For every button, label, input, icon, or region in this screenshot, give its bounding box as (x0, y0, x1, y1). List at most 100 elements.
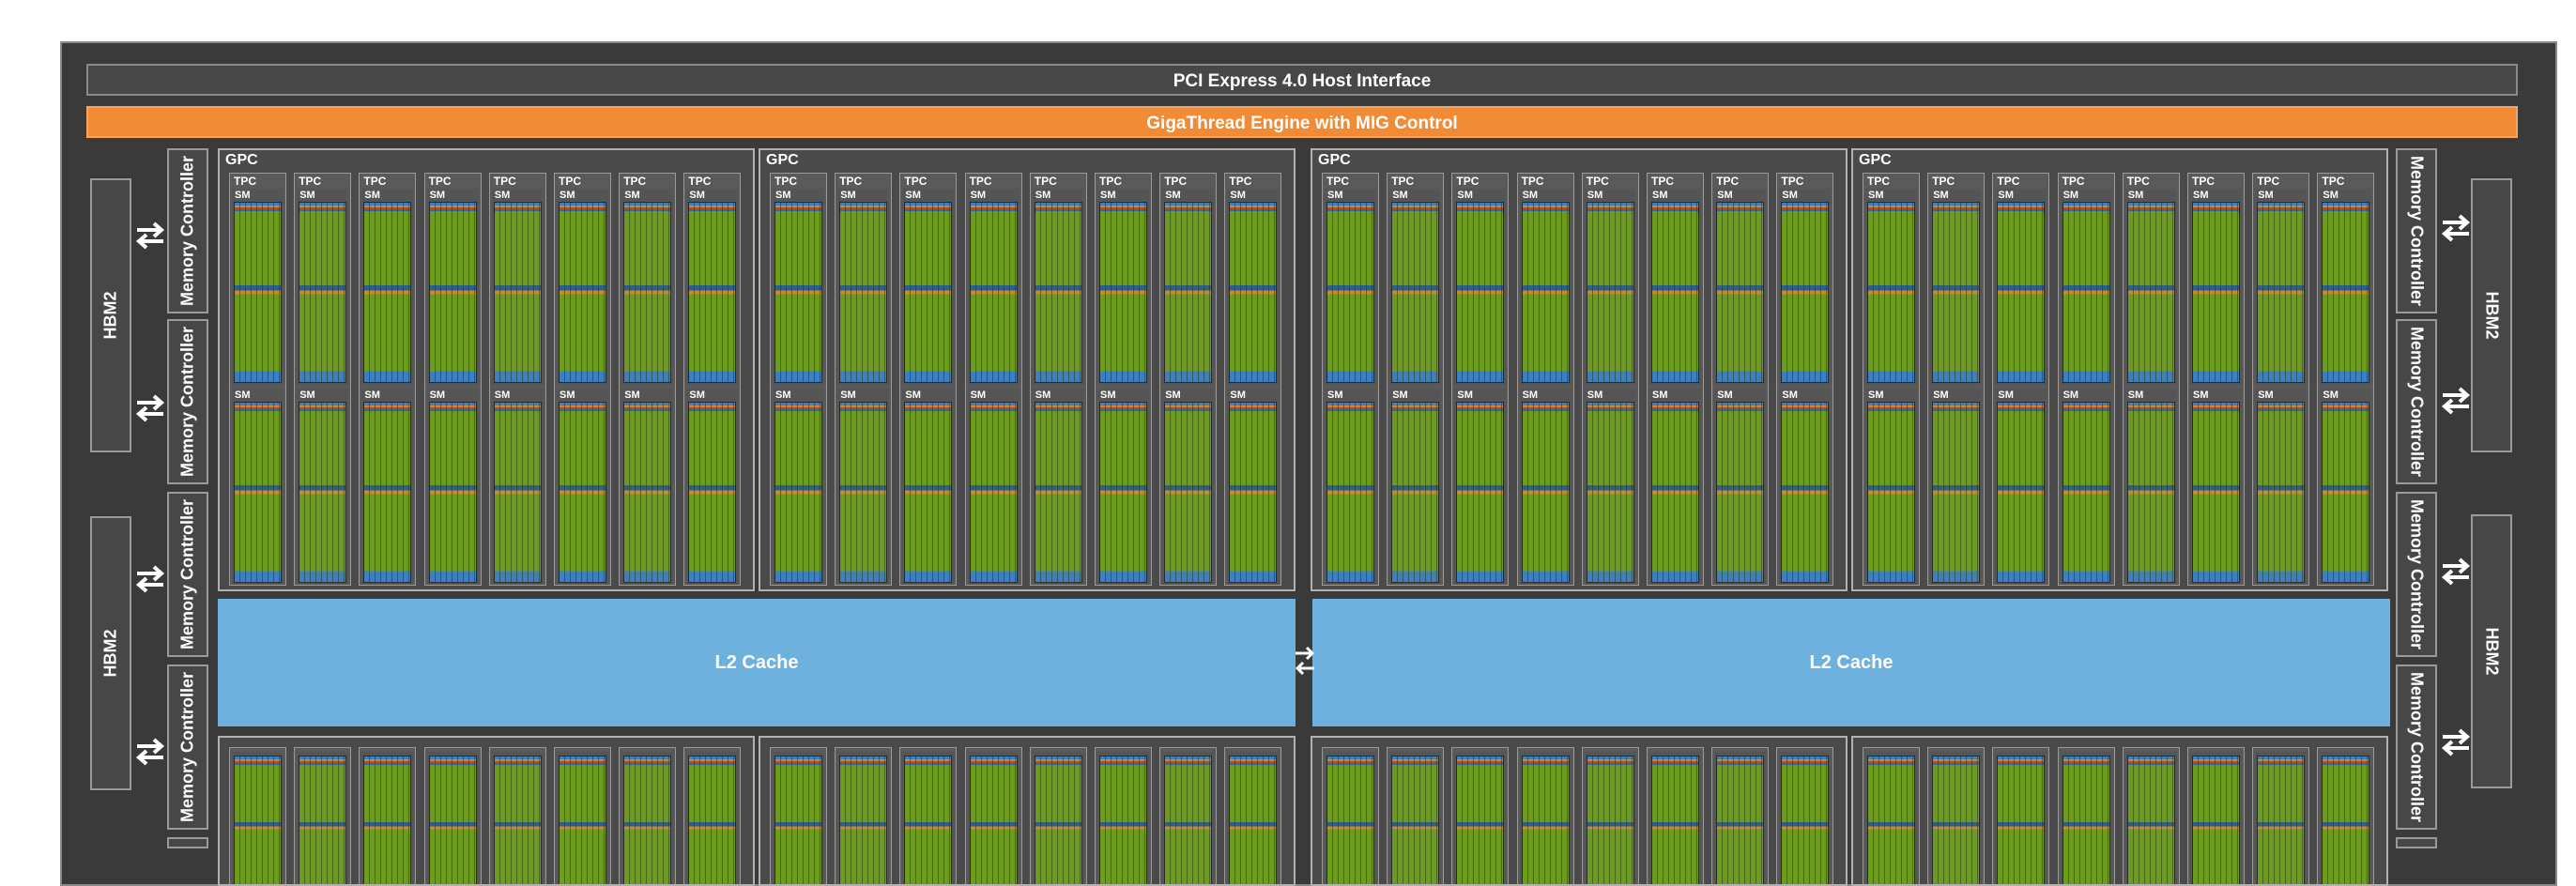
sm-label: SM (1933, 390, 1949, 401)
memory-controller-label: Memory Controller (2407, 155, 2427, 307)
gpc: GPC TPC SM SM TPC SM SM TPC SM SM TPC SM SM TPC SM SM TP… (1311, 148, 1848, 591)
sm-core-array (1164, 202, 1213, 383)
tpc: TPC SM SM (294, 173, 352, 586)
sm-core-array (1586, 402, 1634, 583)
sm-label: SM (905, 190, 921, 201)
double-arrow-icon (2441, 214, 2471, 242)
sm-core-array (428, 202, 477, 383)
l2-cache-left: L2 Cache (218, 599, 1296, 726)
sm-core-array (1867, 202, 1915, 383)
sm: SM (1519, 389, 1572, 585)
tpc (2122, 747, 2180, 884)
sm-core-array (234, 756, 282, 884)
tpc: TPC SM SM (2122, 173, 2180, 586)
double-arrow-icon (2441, 558, 2471, 586)
sm-core-array (1034, 202, 1082, 383)
sm: SM (1389, 389, 1442, 585)
tpc (2187, 747, 2245, 884)
sm: SM (1865, 189, 1917, 385)
sm-core-array (1716, 756, 1765, 884)
sm-label: SM (1717, 190, 1733, 201)
sm: SM (1995, 189, 2047, 385)
sm-core-array (1651, 756, 1699, 884)
tpc: TPC SM SM (359, 173, 417, 586)
sm-core-array (1716, 202, 1765, 383)
sm (1454, 752, 1507, 884)
sm: SM (491, 189, 544, 385)
sm: SM (1389, 189, 1442, 385)
sm-core-array (2192, 202, 2240, 383)
sm-core-array (623, 202, 672, 383)
sm: SM (2320, 189, 2372, 385)
sm-core-array (904, 202, 953, 383)
sm-label: SM (1392, 390, 1408, 401)
tpc: TPC SM SM (1927, 173, 1986, 586)
tpc: TPC SM SM (1159, 173, 1218, 586)
sm: SM (686, 189, 739, 385)
sm: SM (2255, 389, 2308, 585)
sm: SM (557, 189, 608, 385)
sm: SM (1325, 389, 1376, 585)
sm-core-array (1391, 756, 1440, 884)
sm: SM (1097, 189, 1149, 385)
sm: SM (967, 189, 1020, 385)
sm-label: SM (2193, 390, 2209, 401)
sm-core-array (2126, 402, 2175, 583)
sm: SM (361, 189, 414, 385)
gpc (759, 736, 1296, 886)
sm-label: SM (775, 390, 791, 401)
sm: SM (1227, 389, 1280, 585)
sm-core-array (234, 402, 282, 583)
sm: SM (2190, 389, 2242, 585)
sm-core-array (1456, 402, 1505, 583)
sm-core-array (839, 202, 888, 383)
tpc: TPC SM SM (1095, 173, 1152, 586)
sm: SM (1162, 389, 1215, 585)
memory-controller-label: Memory Controller (177, 498, 197, 650)
tpc: TPC SM SM (964, 173, 1022, 586)
sm-core-array (1997, 756, 2046, 884)
sm: SM (1584, 189, 1636, 385)
sm: SM (2060, 189, 2112, 385)
sm: SM (557, 389, 608, 585)
sm: SM (967, 389, 1020, 585)
sm: SM (1097, 389, 1149, 585)
memory-controller-right-1: Memory Controller (2396, 148, 2437, 313)
sm-core-array (1781, 402, 1830, 583)
sm-core-array (1521, 402, 1570, 583)
tpc-label: TPC (1997, 175, 2020, 188)
sm-label: SM (1230, 190, 1246, 201)
sm-core-array (363, 756, 412, 884)
tpc: TPC SM SM (1776, 173, 1834, 586)
sm-core-array (1651, 402, 1699, 583)
sm-label: SM (2323, 390, 2338, 401)
sm-core-array (774, 202, 822, 383)
tpc-label: TPC (1164, 175, 1188, 188)
sm-label: SM (494, 390, 511, 401)
hbm2-label: HBM2 (100, 291, 120, 340)
sm-core-array (1781, 202, 1830, 383)
double-arrow-icon (135, 394, 165, 422)
tpc (1029, 747, 1087, 884)
sm-core-array (299, 756, 347, 884)
sm-core-array (688, 202, 737, 383)
tpc (2057, 747, 2115, 884)
double-arrow-icon (135, 222, 165, 250)
tpc: TPC SM SM (2057, 173, 2115, 586)
sm-core-array (1099, 202, 1147, 383)
tpc (1095, 747, 1152, 884)
sm (686, 752, 739, 884)
sm-label: SM (1868, 190, 1884, 201)
memory-controller-label: Memory Controller (2407, 671, 2427, 823)
sm-core-array (1326, 402, 1374, 583)
sm-label: SM (1165, 390, 1181, 401)
sm-core-array (2126, 756, 2175, 884)
sm-core-array (1867, 756, 1915, 884)
sm-label: SM (1035, 190, 1051, 201)
tpc-label: TPC (839, 175, 863, 188)
tpc-label: TPC (2126, 175, 2150, 188)
sm-core-array (969, 202, 1018, 383)
tpc (1711, 747, 1770, 884)
tpc-label: TPC (2062, 175, 2085, 188)
sm-label: SM (1782, 390, 1798, 401)
